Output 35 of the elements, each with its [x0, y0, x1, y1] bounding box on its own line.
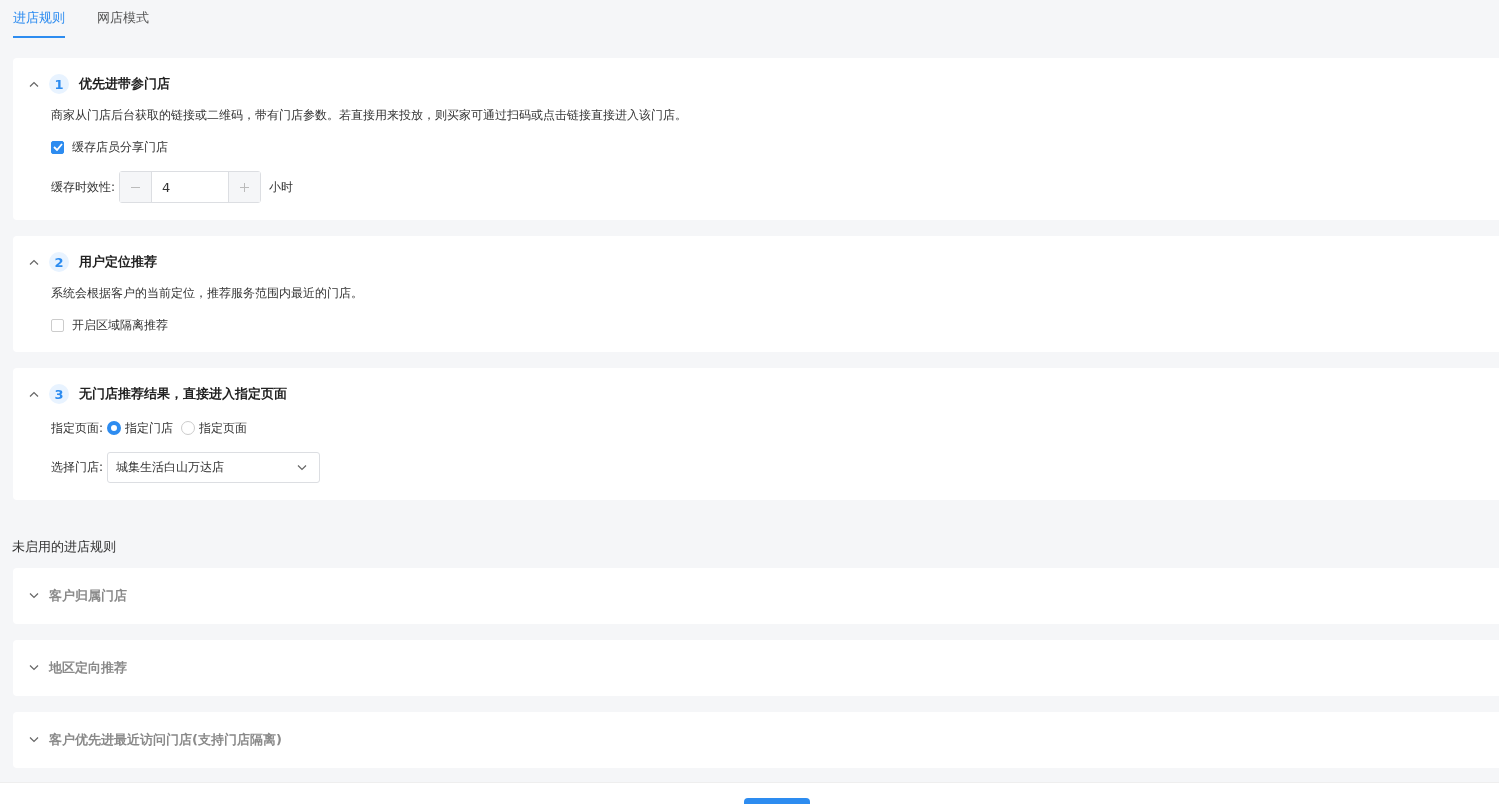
checkbox-label: 开启区域隔离推荐: [72, 316, 168, 334]
rule-title: 无门店推荐结果，直接进入指定页面: [79, 385, 287, 403]
chevron-up-icon[interactable]: [29, 81, 39, 87]
step-number-badge: 2: [49, 252, 69, 272]
step-number-badge: 3: [49, 384, 69, 404]
rule-title: 用户定位推荐: [79, 253, 157, 271]
radio-label: 指定门店: [125, 419, 174, 437]
minus-icon[interactable]: [131, 186, 141, 188]
field-label: 指定页面:: [51, 419, 104, 437]
checkbox[interactable]: [51, 318, 64, 332]
chevron-down-icon[interactable]: [29, 737, 39, 743]
chevron-up-icon[interactable]: [29, 391, 39, 397]
number-stepper[interactable]: 4: [119, 171, 262, 203]
rule-title: 地区定向推荐: [49, 659, 127, 677]
checkbox-label: 缓存店员分享门店: [72, 138, 168, 156]
checkbox[interactable]: [51, 140, 64, 154]
unit-label: 小时: [269, 178, 294, 196]
rule-description: 商家从门店后台获取的链接或二维码，带有门店参数。若直接用来投放，则买家可通过扫码或点击链接直接进入该门店。: [50, 108, 688, 123]
field-label: 缓存时效性:: [51, 178, 116, 196]
radio-button[interactable]: [107, 421, 122, 435]
chevron-down-icon[interactable]: [29, 593, 39, 599]
chevron-down-icon: [297, 464, 308, 471]
step-number-badge: 1: [49, 74, 69, 94]
tab[interactable]: 网店模式: [97, 0, 149, 38]
section-heading: 未启用的进店规则: [12, 538, 117, 556]
plus-icon[interactable]: [240, 182, 250, 192]
radio-label: 指定页面: [199, 419, 248, 437]
store-select[interactable]: 城集生活白山万达店: [107, 452, 321, 483]
chevron-down-icon[interactable]: [29, 665, 39, 671]
field-label: 选择门店:: [51, 459, 104, 476]
rule-description: 系统会根据客户的当前定位，推荐服务范围内最近的门店。: [50, 286, 364, 301]
rule-title: 客户优先进最近访问门店(支持门店隔离): [49, 731, 282, 749]
rule-title: 客户归属门店: [49, 587, 127, 605]
rule-title: 优先进带参门店: [79, 75, 170, 93]
chevron-up-icon[interactable]: [29, 259, 39, 265]
